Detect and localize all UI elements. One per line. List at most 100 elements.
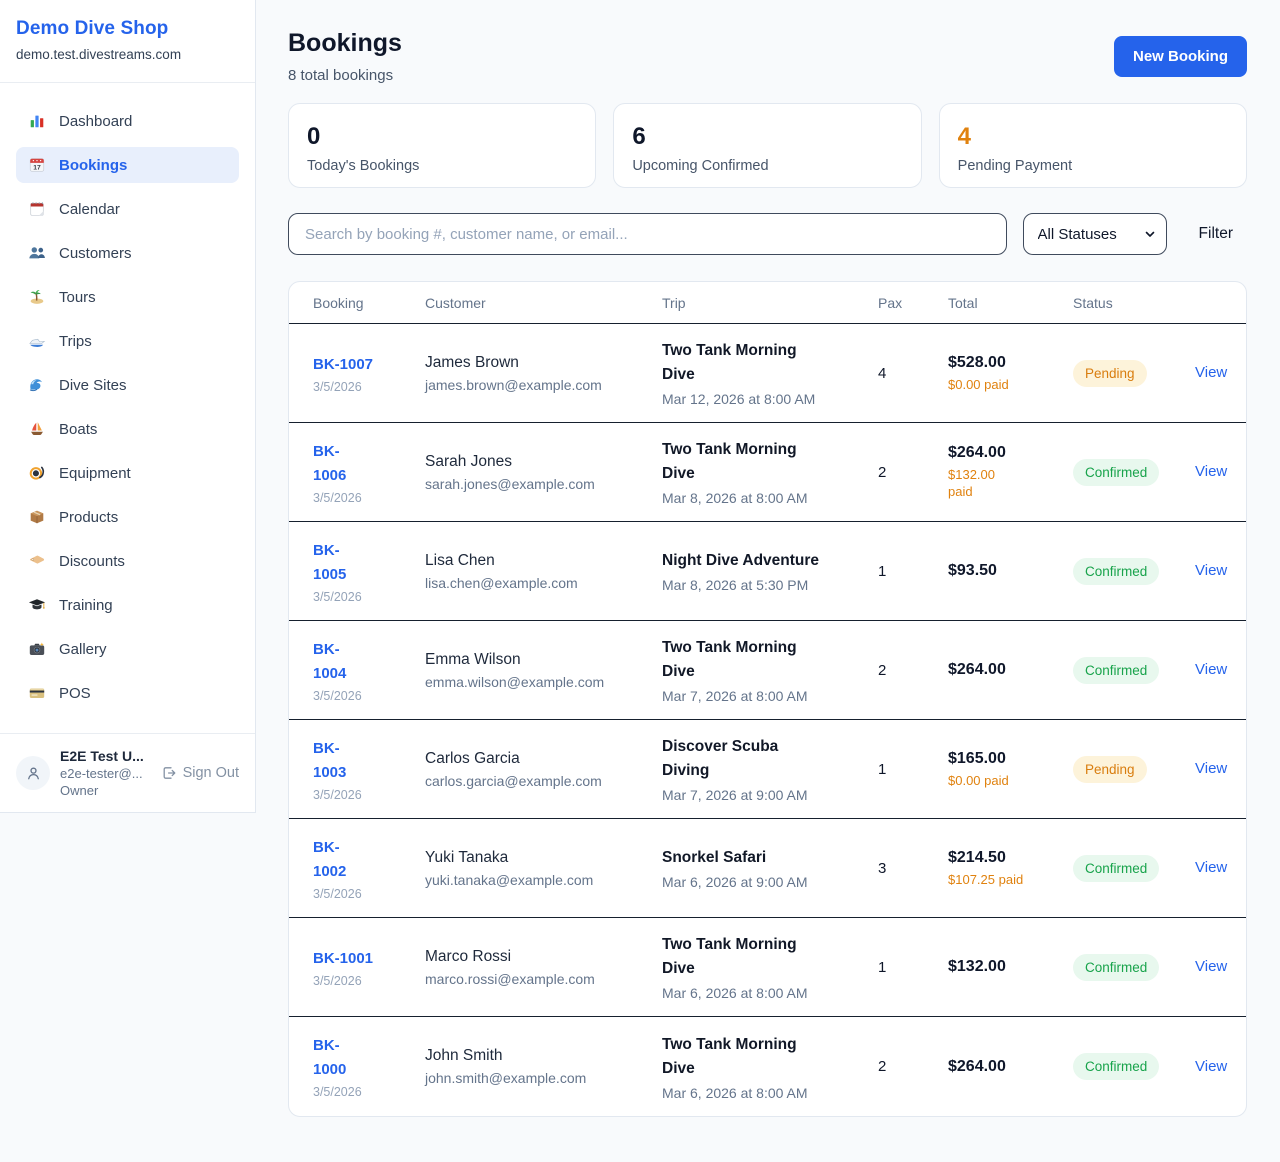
sidebar-item-label: Products [59,509,118,526]
user-name: E2E Test U... [60,748,151,764]
total-amount: $264.00 [948,661,1073,679]
credit-card-icon [28,684,46,702]
column-header-customer: Customer [425,295,662,311]
dive-mask-icon [28,464,46,482]
status-badge: Pending [1073,756,1147,783]
sidebar-item-training[interactable]: Training [16,587,239,623]
view-link[interactable]: View [1195,364,1227,381]
total-amount: $214.50 [948,849,1073,867]
customer-email: james.brown@example.com [425,377,662,393]
status-badge: Pending [1073,360,1147,387]
status-filter-select[interactable]: All Statuses [1023,213,1167,255]
sidebar-item-discounts[interactable]: Discounts [16,543,239,579]
sidebar-item-bookings[interactable]: 17 Bookings [16,147,239,183]
filter-button[interactable]: Filter [1183,225,1247,243]
sidebar-item-boats[interactable]: Boats [16,411,239,447]
customer-name: Carlos Garcia [425,750,662,768]
view-link[interactable]: View [1195,562,1227,579]
trip-name: Two Tank Morning Dive [662,438,878,486]
trip-datetime: Mar 8, 2026 at 5:30 PM [662,577,878,593]
booking-date: 3/5/2026 [313,788,425,802]
booking-date: 3/5/2026 [313,491,425,505]
pax-value: 1 [878,761,948,778]
user-role: Owner [60,783,151,798]
booking-id-link[interactable]: BK-1001 [313,947,425,971]
booking-id-link[interactable]: BK- 1004 [313,638,425,686]
bookings-table-body: BK-1007 3/5/2026 James Brown james.brown… [289,324,1246,1116]
tag-icon [28,552,46,570]
stat-card-upcoming-confirmed: 6 Upcoming Confirmed [613,103,921,188]
sidebar-item-tours[interactable]: Tours [16,279,239,315]
search-input[interactable] [288,213,1007,255]
sidebar-item-equipment[interactable]: Equipment [16,455,239,491]
sidebar-item-customers[interactable]: Customers [16,235,239,271]
column-header-pax: Pax [878,295,948,311]
sidebar-item-label: Customers [59,245,132,262]
pax-value: 1 [878,959,948,976]
trip-name: Two Tank Morning Dive [662,933,878,981]
total-amount: $264.00 [948,1058,1073,1076]
view-link[interactable]: View [1195,463,1227,480]
trip-datetime: Mar 12, 2026 at 8:00 AM [662,391,878,407]
table-row: BK- 1003 3/5/2026 Carlos Garcia carlos.g… [289,720,1246,819]
trip-datetime: Mar 7, 2026 at 9:00 AM [662,787,878,803]
total-amount: $528.00 [948,354,1073,372]
paid-amount: $0.00 paid [948,376,1073,393]
booking-date: 3/5/2026 [313,689,425,703]
table-row: BK- 1006 3/5/2026 Sarah Jones sarah.jone… [289,423,1246,522]
paid-amount: $132.00 paid [948,466,1073,500]
status-filter-wrap: All Statuses [1023,213,1167,255]
customer-name: Marco Rossi [425,948,662,966]
wave-icon [28,376,46,394]
sidebar-item-dashboard[interactable]: Dashboard [16,103,239,139]
sidebar-item-calendar[interactable]: Calendar [16,191,239,227]
column-header-total: Total [948,295,1073,311]
sidebar-item-gallery[interactable]: Gallery [16,631,239,667]
sidebar-item-products[interactable]: Products [16,499,239,535]
stat-value: 0 [307,123,577,151]
booking-id-link[interactable]: BK- 1003 [313,737,425,785]
view-link[interactable]: View [1195,661,1227,678]
booking-id-link[interactable]: BK-1007 [313,353,425,377]
people-icon [28,244,46,262]
stat-value: 6 [632,123,902,151]
customer-email: john.smith@example.com [425,1070,662,1086]
booking-id-link[interactable]: BK- 1006 [313,440,425,488]
booking-id-link[interactable]: BK- 1000 [313,1034,425,1082]
customer-name: Emma Wilson [425,651,662,669]
sidebar-nav: Dashboard 17 Bookings Calendar Customers… [0,83,255,733]
sign-out-button[interactable]: Sign Out [161,765,239,781]
bookings-calendar-icon: 17 [28,156,46,174]
sidebar-item-dive-sites[interactable]: Dive Sites [16,367,239,403]
person-icon [24,764,43,783]
sidebar-item-trips[interactable]: Trips [16,323,239,359]
sidebar-item-label: Trips [59,333,92,350]
camera-icon [28,640,46,658]
view-link[interactable]: View [1195,1058,1227,1075]
trip-datetime: Mar 6, 2026 at 8:00 AM [662,1085,878,1101]
table-row: BK- 1004 3/5/2026 Emma Wilson emma.wilso… [289,621,1246,720]
trip-datetime: Mar 6, 2026 at 9:00 AM [662,874,878,890]
customer-name: Lisa Chen [425,552,662,570]
table-row: BK- 1002 3/5/2026 Yuki Tanaka yuki.tanak… [289,819,1246,918]
trip-name: Discover Scuba Diving [662,735,878,783]
sidebar-item-label: Dashboard [59,113,132,130]
stats-row: 0 Today's Bookings 6 Upcoming Confirmed … [288,103,1247,188]
sidebar-item-pos[interactable]: POS [16,675,239,711]
booking-id-link[interactable]: BK- 1002 [313,836,425,884]
sailboat-icon [28,420,46,438]
booking-id-link[interactable]: BK- 1005 [313,539,425,587]
status-badge: Confirmed [1073,459,1159,486]
trip-name: Night Dive Adventure [662,549,878,573]
view-link[interactable]: View [1195,859,1227,876]
customer-email: marco.rossi@example.com [425,971,662,987]
view-link[interactable]: View [1195,760,1227,777]
sidebar-item-label: POS [59,685,91,702]
new-booking-button[interactable]: New Booking [1114,36,1247,77]
customer-email: carlos.garcia@example.com [425,773,662,789]
shop-domain: demo.test.divestreams.com [16,47,239,62]
shop-branding: Demo Dive Shop demo.test.divestreams.com [0,0,255,83]
view-link[interactable]: View [1195,958,1227,975]
trip-datetime: Mar 8, 2026 at 8:00 AM [662,490,878,506]
paid-amount: $107.25 paid [948,871,1073,888]
